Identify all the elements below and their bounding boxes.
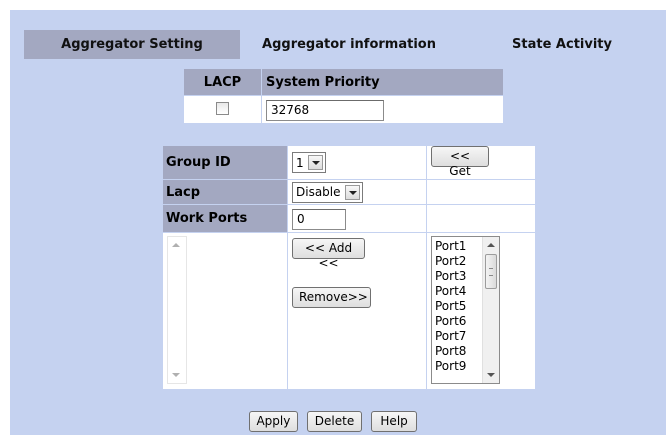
lacp-mode-label: Lacp [162,179,288,205]
scroll-down-icon[interactable] [172,373,180,377]
lacp-mode-value: Disable [296,185,341,200]
system-priority-input[interactable]: 32768 [266,99,384,121]
remove-button[interactable]: Remove>> [292,287,371,308]
work-ports-label: Work Ports [162,204,288,233]
get-button[interactable]: << Get [431,146,489,178]
group-id-select[interactable]: 1 [292,152,326,174]
scroll-up-icon[interactable] [172,243,180,247]
member-scrollbar[interactable] [167,236,187,384]
action-bar: Apply Delete Help [0,410,666,432]
lacp-mode-cell: Disable [287,179,427,205]
scroll-down-icon[interactable] [487,373,495,377]
work-ports-cell: 0 [287,204,427,233]
scroll-thumb-grip-icon[interactable] [485,254,497,289]
available-ports-cell: Port1 Port2 Port3 Port4 Port5 Port6 Port… [426,232,536,390]
group-id-value: 1 [296,155,304,170]
group-table: Group ID 1 << Get Lacp Disable Work Port… [162,145,536,390]
lacp-table: LACP System Priority 32768 [183,68,504,124]
tab-aggregator-setting[interactable]: Aggregator Setting [24,30,240,59]
group-id-label: Group ID [162,145,288,180]
apply-button[interactable]: Apply [248,411,298,432]
get-cell: << Get [426,145,536,180]
lacp-checkbox[interactable] [216,102,229,115]
help-button[interactable]: Help [371,411,418,432]
available-ports-listbox[interactable]: Port1 Port2 Port3 Port4 Port5 Port6 Port… [431,236,500,384]
scroll-up-icon[interactable] [487,243,495,247]
lacp-checkbox-cell [183,95,262,124]
add-remove-cell: << Add << Remove>> [287,232,427,390]
tab-bar: Aggregator Setting Aggregator informatio… [10,30,666,59]
lacp-mode-select[interactable]: Disable [292,181,363,203]
lacp-header: LACP [183,68,262,96]
empty-cell [426,204,536,233]
dropdown-arrow-icon [307,155,323,171]
delete-button[interactable]: Delete [307,411,362,432]
work-ports-input[interactable]: 0 [292,208,346,230]
empty-cell [426,179,536,205]
system-priority-header: System Priority [261,68,504,96]
ports-scrollbar[interactable] [482,237,499,383]
member-ports-listbox[interactable] [167,236,189,384]
system-priority-cell: 32768 [261,95,504,124]
dropdown-arrow-icon [344,184,360,200]
add-button[interactable]: << Add << [292,238,365,270]
member-list-cell [162,232,288,390]
tab-aggregator-information[interactable]: Aggregator information [240,30,458,59]
tab-state-activity[interactable]: State Activity [458,30,666,59]
group-id-cell: 1 [287,145,427,180]
